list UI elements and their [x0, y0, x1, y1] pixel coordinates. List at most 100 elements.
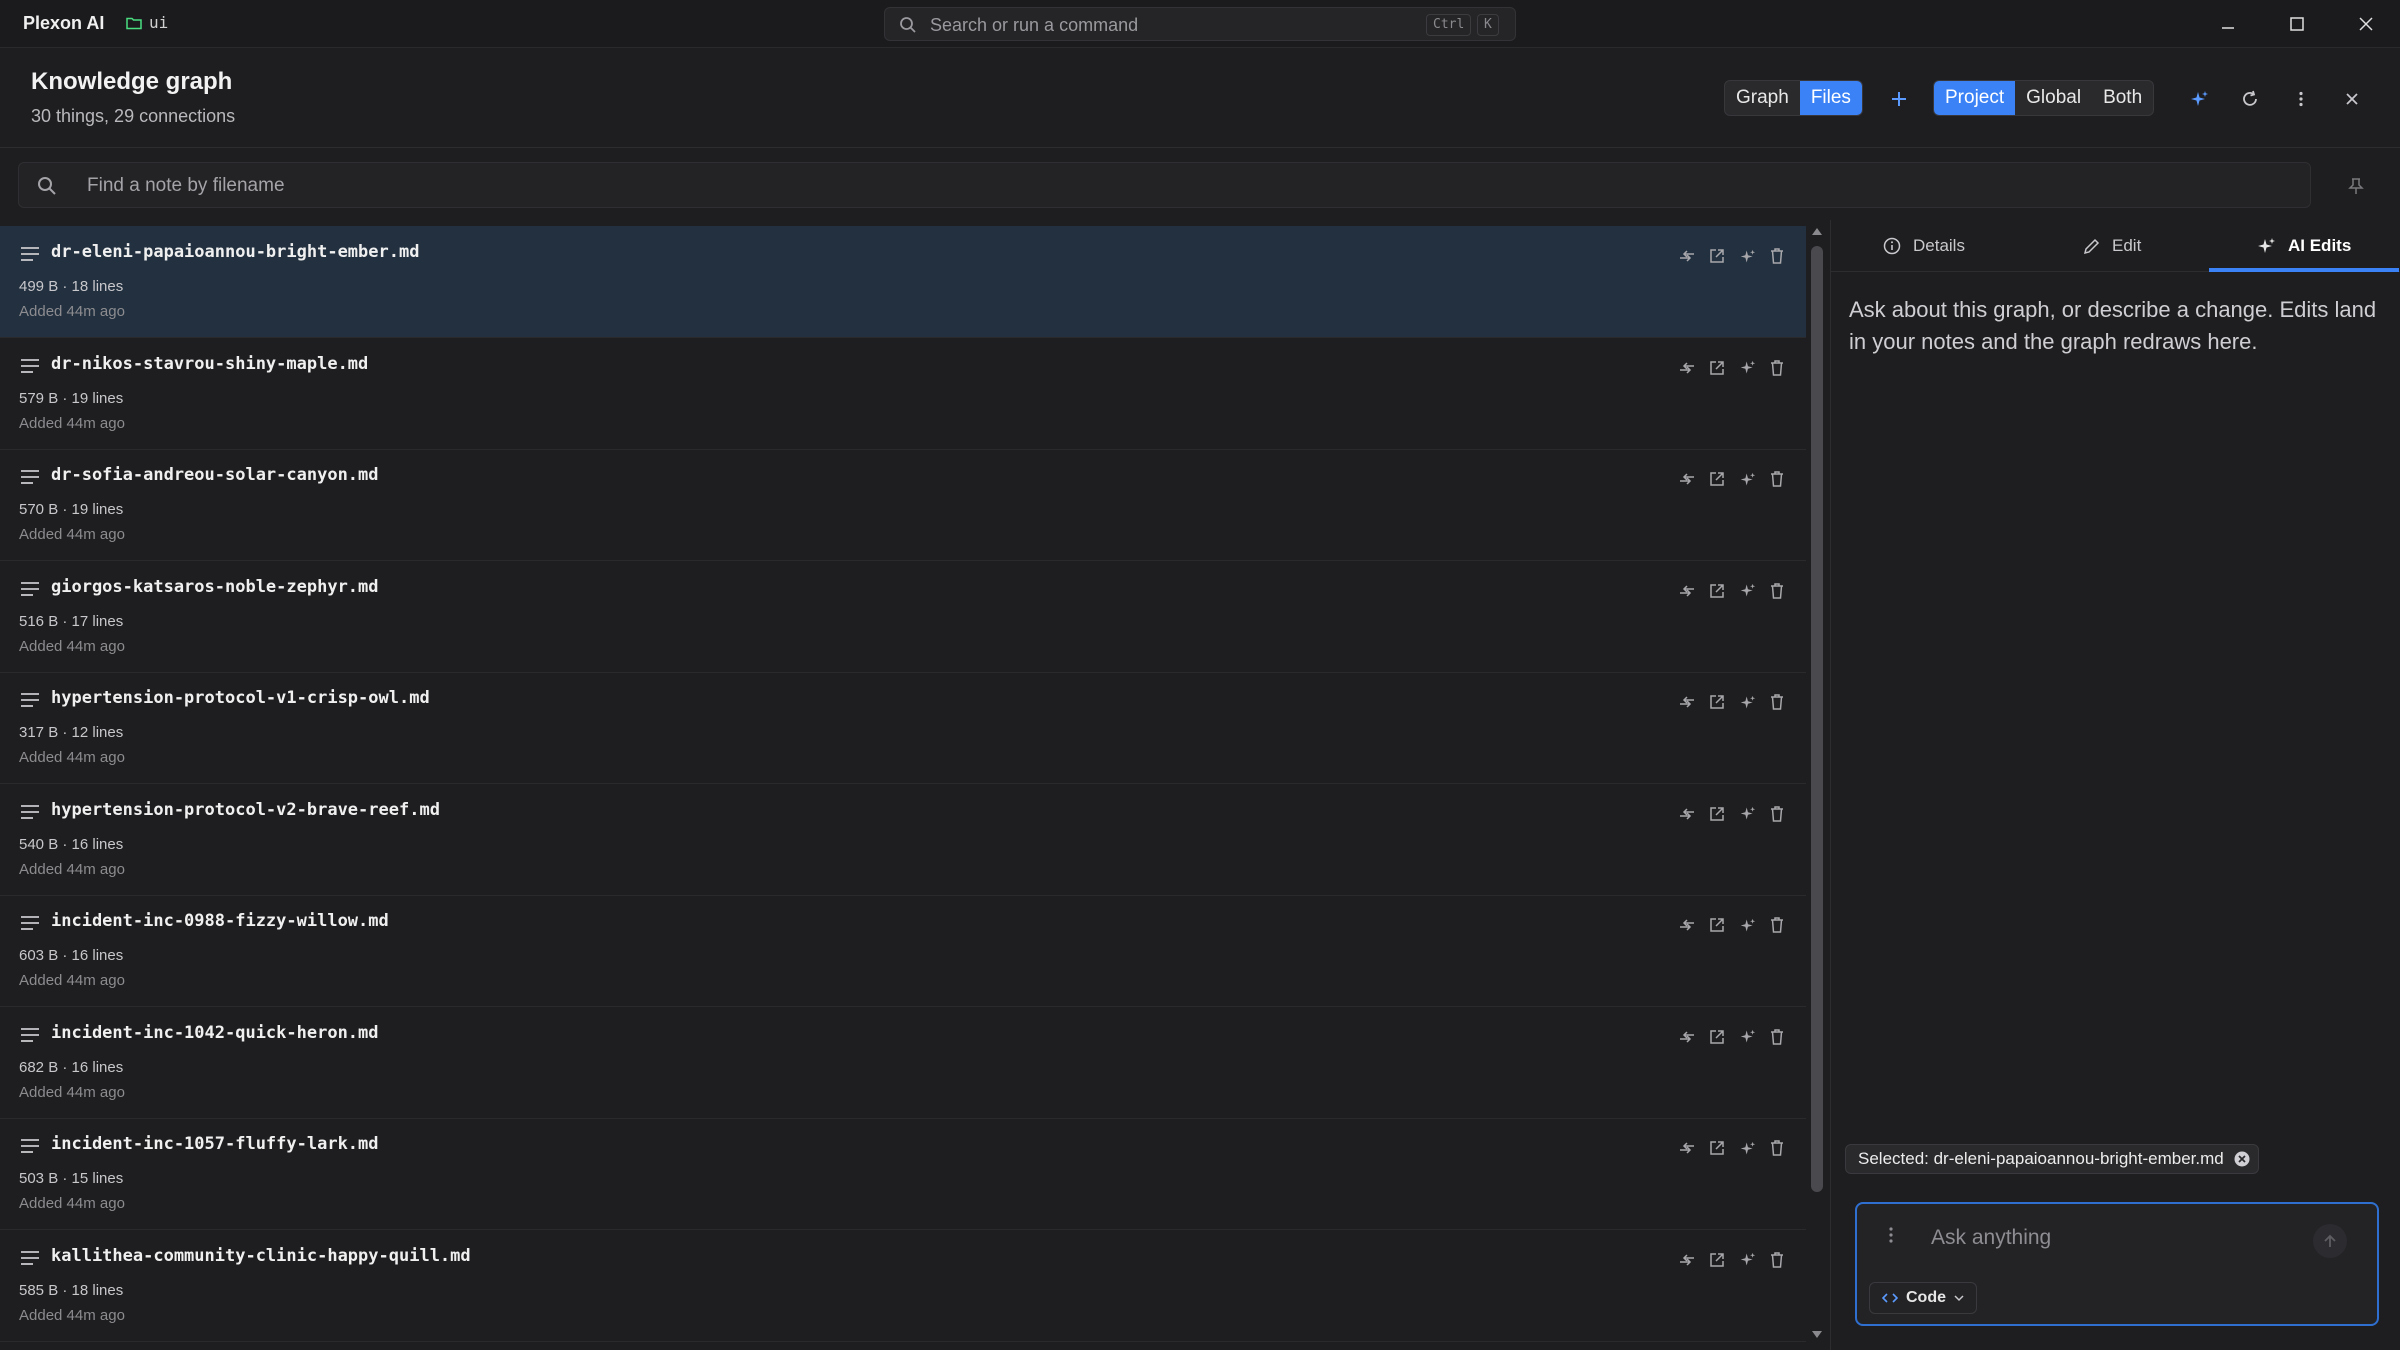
- show-links-button[interactable]: [1676, 1137, 1698, 1159]
- document-lines-icon: [21, 470, 39, 484]
- tab-ai-edits[interactable]: AI Edits: [2256, 220, 2351, 272]
- add-button[interactable]: [1884, 84, 1914, 114]
- open-file-button[interactable]: [1706, 1137, 1728, 1159]
- open-file-button[interactable]: [1706, 1249, 1728, 1271]
- file-row[interactable]: incident-inc-1042-quick-heron.md 682 B ·…: [0, 1007, 1806, 1119]
- ai-edit-file-button[interactable]: [1736, 1026, 1758, 1048]
- ai-edit-file-button[interactable]: [1736, 1249, 1758, 1271]
- details-panel: Details Edit AI Edits Ask about this gra…: [1830, 220, 2400, 1350]
- file-row[interactable]: hypertension-protocol-v1-crisp-owl.md 31…: [0, 672, 1806, 784]
- trash-icon: [1771, 1251, 1783, 1268]
- delete-file-button[interactable]: [1766, 245, 1788, 267]
- open-file-button[interactable]: [1706, 1026, 1728, 1048]
- delete-file-button[interactable]: [1766, 580, 1788, 602]
- delete-file-button[interactable]: [1766, 357, 1788, 379]
- sparkle-icon: [1740, 918, 1755, 931]
- file-added-time: Added 44m ago: [19, 637, 125, 655]
- file-list-scrollbar[interactable]: [1808, 224, 1826, 1350]
- minimize-button[interactable]: [2213, 10, 2243, 38]
- more-vertical-icon[interactable]: [1887, 1226, 1895, 1244]
- file-actions: [1676, 691, 1788, 713]
- close-panel-button[interactable]: [2337, 84, 2367, 114]
- tab-edit[interactable]: Edit: [2083, 220, 2141, 272]
- show-links-button[interactable]: [1676, 914, 1698, 936]
- document-lines-icon: [21, 1027, 39, 1042]
- delete-file-button[interactable]: [1766, 468, 1788, 490]
- command-search[interactable]: Search or run a command Ctrl K: [884, 7, 1516, 41]
- project-folder[interactable]: ui: [126, 13, 168, 32]
- scope-project-button[interactable]: Project: [1934, 81, 2016, 115]
- scroll-thumb[interactable]: [1811, 246, 1823, 1192]
- file-size-lines: 570 B · 19 lines: [19, 501, 124, 518]
- ai-edit-file-button[interactable]: [1736, 580, 1758, 602]
- file-row[interactable]: hypertension-protocol-v2-brave-reef.md 5…: [0, 784, 1806, 896]
- open-file-button[interactable]: [1706, 468, 1728, 490]
- file-row[interactable]: dr-eleni-papaioannou-bright-ember.md 499…: [0, 226, 1806, 338]
- file-actions: [1676, 245, 1788, 267]
- open-file-button[interactable]: [1706, 691, 1728, 713]
- show-links-button[interactable]: [1676, 357, 1698, 379]
- pin-button[interactable]: [2342, 172, 2370, 200]
- open-file-button[interactable]: [1706, 914, 1728, 936]
- file-row[interactable]: incident-inc-1057-fluffy-lark.md 503 B ·…: [0, 1118, 1806, 1230]
- filename-filter-placeholder: Find a note by filename: [87, 175, 285, 196]
- show-links-button[interactable]: [1676, 468, 1698, 490]
- close-window-button[interactable]: [2351, 10, 2381, 38]
- open-file-button[interactable]: [1706, 803, 1728, 825]
- tab-details[interactable]: Details: [1883, 220, 1965, 272]
- file-name: giorgos-katsaros-noble-zephyr.md: [51, 576, 379, 597]
- delete-file-button[interactable]: [1766, 1249, 1788, 1271]
- ai-edit-file-button[interactable]: [1736, 1137, 1758, 1159]
- document-lines-icon: [21, 804, 39, 819]
- ai-composer[interactable]: Ask anything Code: [1855, 1202, 2379, 1326]
- delete-file-button[interactable]: [1766, 1026, 1788, 1048]
- file-name: dr-eleni-papaioannou-bright-ember.md: [51, 242, 420, 262]
- view-files-button[interactable]: Files: [1799, 81, 1862, 115]
- clear-selection-icon[interactable]: [2234, 1151, 2250, 1167]
- scroll-up-icon[interactable]: [1811, 226, 1823, 236]
- ai-edit-file-button[interactable]: [1736, 803, 1758, 825]
- show-links-button[interactable]: [1676, 803, 1698, 825]
- file-row[interactable]: dr-sofia-andreou-solar-canyon.md 570 B ·…: [0, 449, 1806, 561]
- scope-toggle: Project Global Both: [1933, 80, 2155, 116]
- ai-edit-file-button[interactable]: [1736, 691, 1758, 713]
- more-options-button[interactable]: [2286, 84, 2316, 114]
- sparkle-icon: [1740, 806, 1755, 820]
- ask-input[interactable]: Ask anything: [1931, 1226, 2051, 1250]
- file-size-lines: 499 B · 18 lines: [19, 278, 124, 295]
- ai-assist-button[interactable]: [2184, 84, 2214, 114]
- trash-icon: [1771, 805, 1783, 822]
- document-lines-icon: [21, 1250, 39, 1265]
- file-row[interactable]: dr-nikos-stavrou-shiny-maple.md 579 B · …: [0, 338, 1806, 450]
- delete-file-button[interactable]: [1766, 914, 1788, 936]
- show-links-button[interactable]: [1676, 580, 1698, 602]
- scope-global-button[interactable]: Global: [2015, 81, 2092, 115]
- ai-edit-file-button[interactable]: [1736, 914, 1758, 936]
- file-row[interactable]: kallithea-community-clinic-happy-quill.m…: [0, 1230, 1806, 1342]
- open-file-button[interactable]: [1706, 245, 1728, 267]
- file-row[interactable]: incident-inc-0988-fizzy-willow.md 603 B …: [0, 895, 1806, 1007]
- show-links-button[interactable]: [1676, 1026, 1698, 1048]
- delete-file-button[interactable]: [1766, 803, 1788, 825]
- mode-select[interactable]: Code: [1869, 1282, 1977, 1314]
- send-button[interactable]: [2313, 1224, 2347, 1258]
- file-added-time: Added 44m ago: [19, 1306, 125, 1324]
- refresh-button[interactable]: [2235, 84, 2265, 114]
- show-links-button[interactable]: [1676, 1249, 1698, 1271]
- maximize-button[interactable]: [2282, 10, 2312, 38]
- open-file-button[interactable]: [1706, 580, 1728, 602]
- view-graph-button[interactable]: Graph: [1725, 81, 1800, 115]
- scroll-down-icon[interactable]: [1811, 1330, 1823, 1340]
- open-file-button[interactable]: [1706, 357, 1728, 379]
- scope-both-button[interactable]: Both: [2092, 81, 2153, 115]
- ai-edit-file-button[interactable]: [1736, 245, 1758, 267]
- ai-edit-file-button[interactable]: [1736, 357, 1758, 379]
- show-links-button[interactable]: [1676, 691, 1698, 713]
- delete-file-button[interactable]: [1766, 1137, 1788, 1159]
- ai-edit-file-button[interactable]: [1736, 468, 1758, 490]
- delete-file-button[interactable]: [1766, 691, 1788, 713]
- graph-header: Knowledge graph 30 things, 29 connection…: [0, 48, 2400, 148]
- file-row[interactable]: giorgos-katsaros-noble-zephyr.md 516 B ·…: [0, 561, 1806, 673]
- show-links-button[interactable]: [1676, 245, 1698, 267]
- filename-filter[interactable]: Find a note by filename: [18, 162, 2311, 208]
